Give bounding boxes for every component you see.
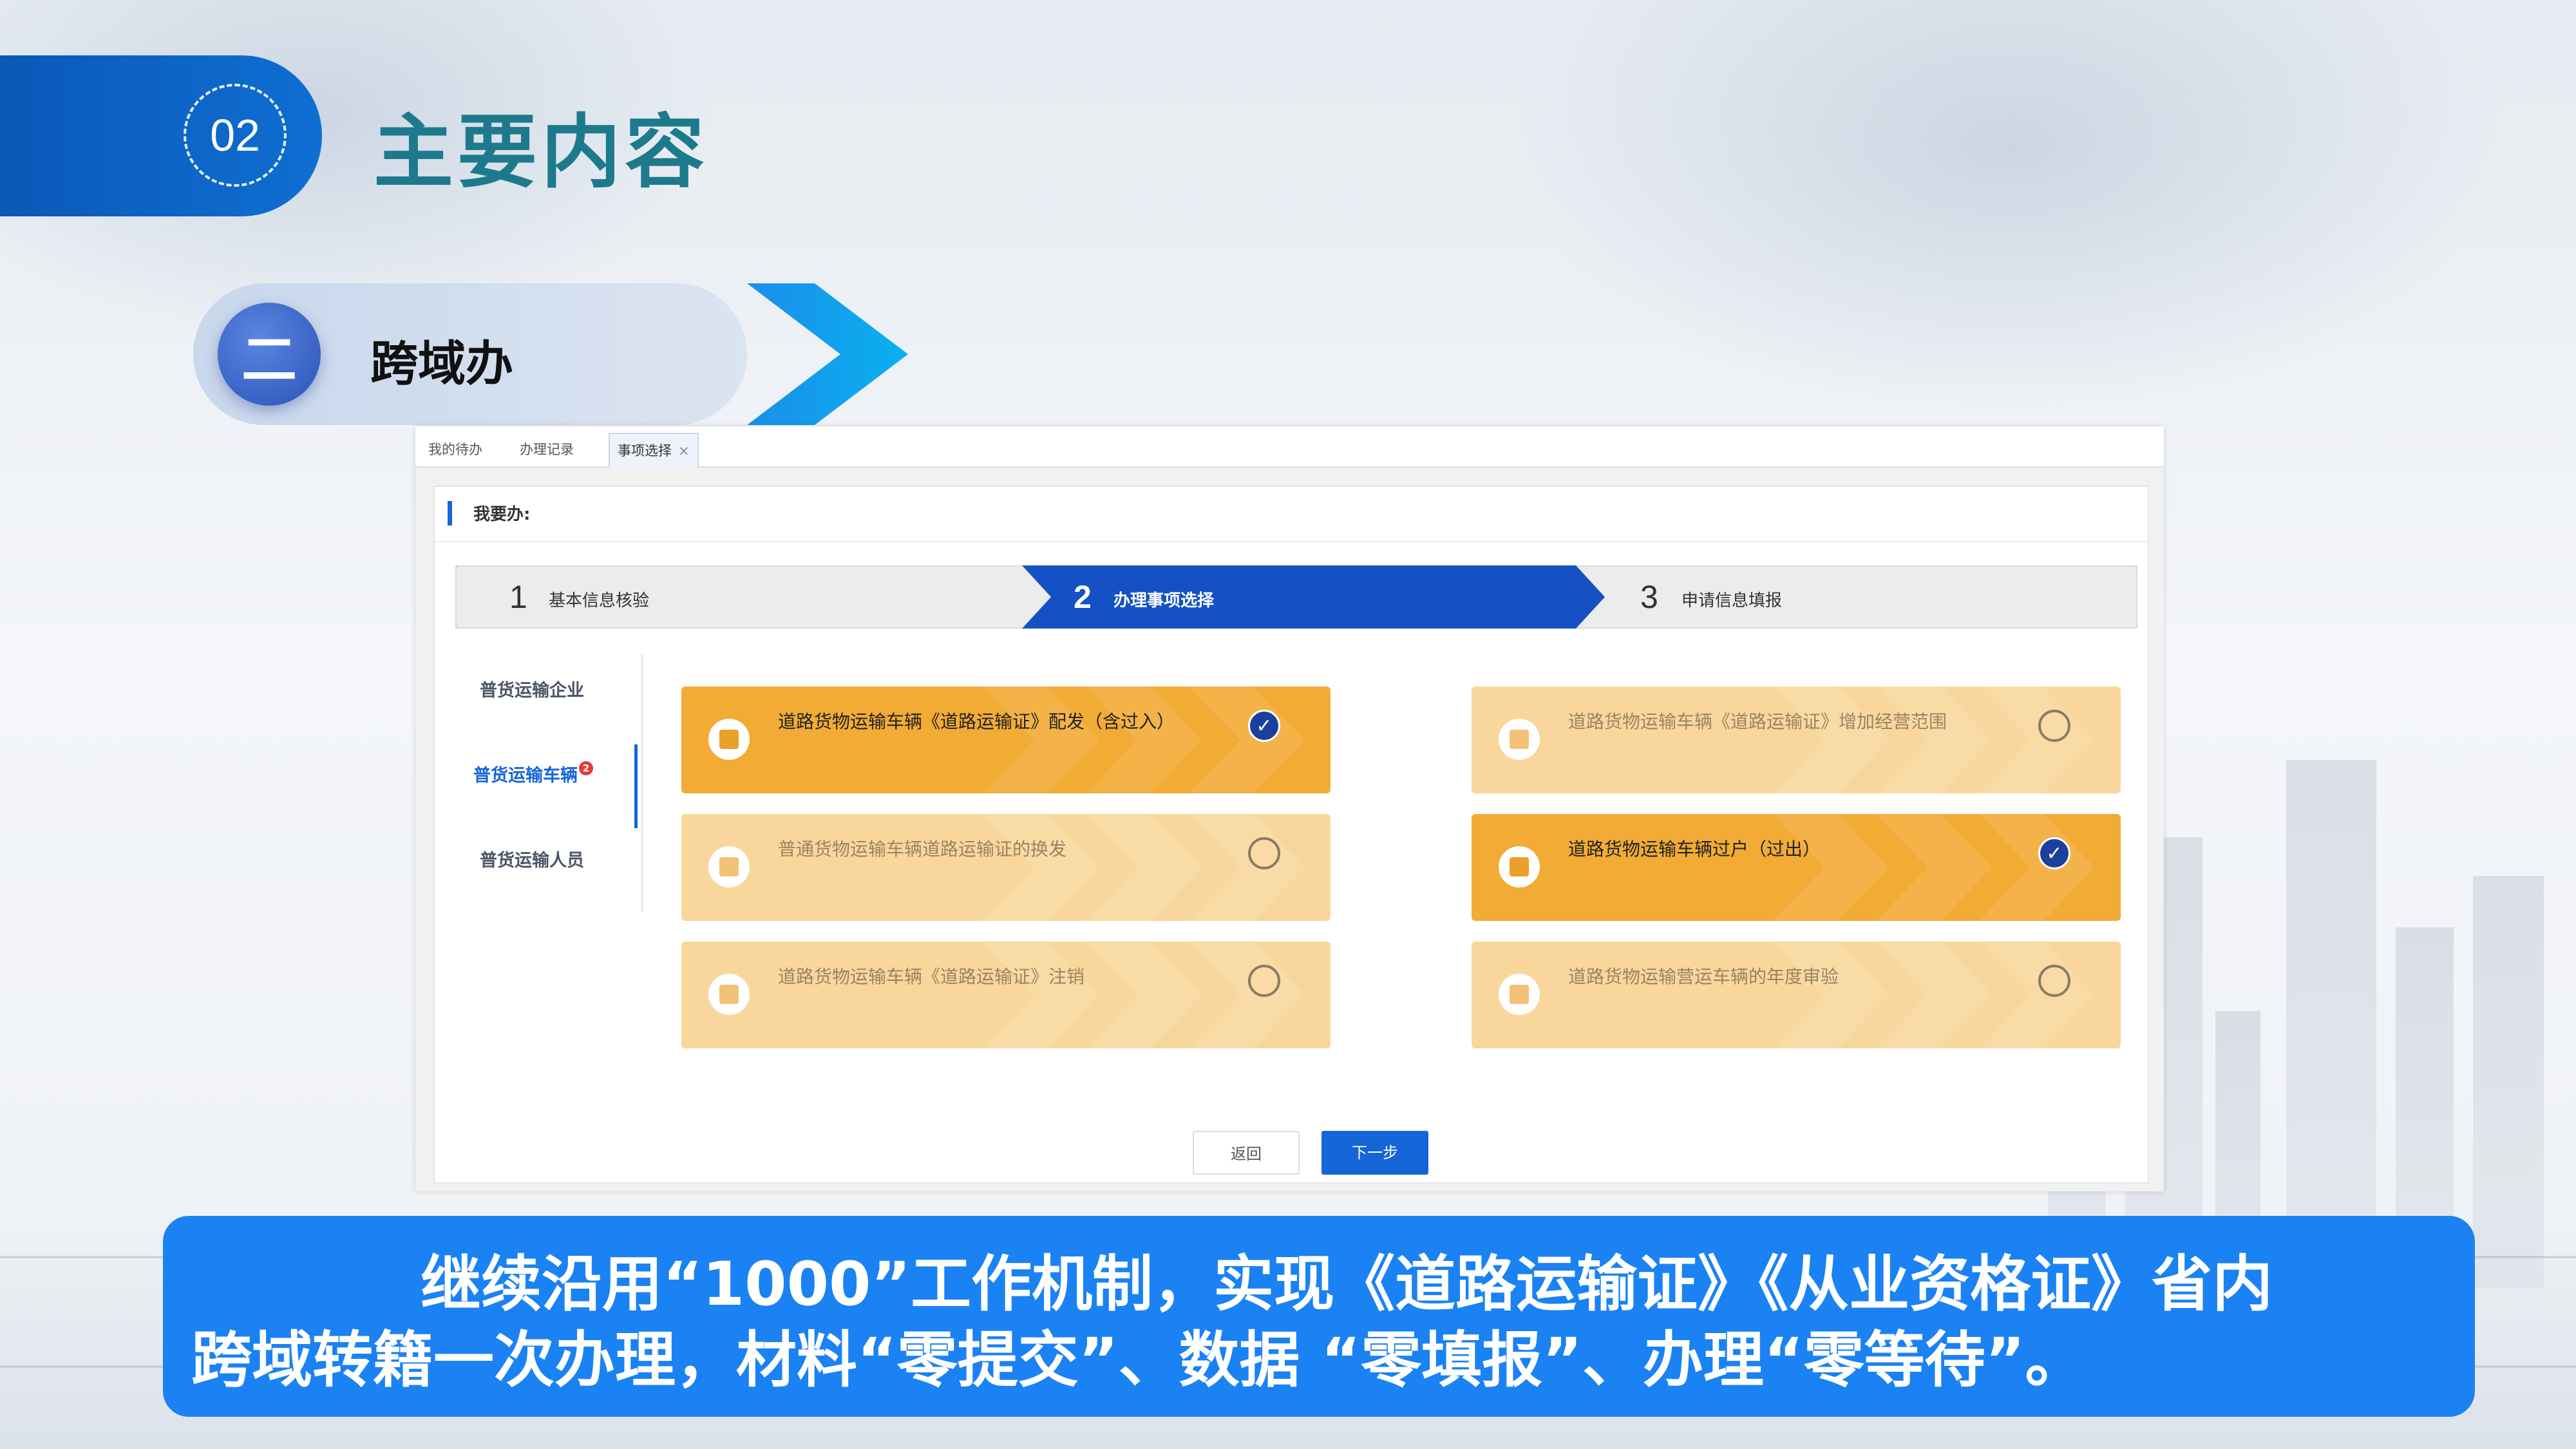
back-button[interactable]: 返回 bbox=[1193, 1131, 1300, 1175]
radio-empty-icon[interactable] bbox=[1248, 837, 1280, 869]
embedded-screenshot: 我的待办 办理记录 事项选择 × 我要办: 1 基本信息核验 2 办理事项选择 3… bbox=[415, 426, 2164, 1191]
step-3-label: 申请信息填报 bbox=[1681, 591, 1783, 611]
notification-badge: 2 bbox=[579, 761, 593, 775]
chevron-right-icon bbox=[747, 283, 908, 425]
panel-header: 我要办: bbox=[435, 487, 2148, 542]
main-panel: 我要办: 1 基本信息核验 2 办理事项选择 3 申请信息填报 普货运输企业 普… bbox=[433, 486, 2149, 1184]
close-icon[interactable]: × bbox=[678, 443, 690, 459]
card-chevron-pattern bbox=[983, 687, 1305, 793]
tab-records[interactable]: 办理记录 bbox=[512, 433, 582, 466]
caption-box: 继续沿用“1000”工作机制，实现《道路运输证》《从业资格证》省内 跨域转籍一次… bbox=[163, 1216, 2475, 1417]
sidebar-item-vehicle[interactable]: 普货运输车辆 2 bbox=[473, 761, 593, 786]
document-icon bbox=[1499, 974, 1540, 1015]
next-button[interactable]: 下一步 bbox=[1321, 1131, 1428, 1175]
step-arrows bbox=[455, 565, 2137, 629]
service-card[interactable]: 道路货物运输营运车辆的年度审验 bbox=[1472, 942, 2121, 1048]
step-2-number: 2 bbox=[1074, 579, 1092, 615]
card-chevron-pattern bbox=[1773, 814, 2095, 921]
step-2-label: 办理事项选择 bbox=[1113, 591, 1215, 611]
step-progress: 1 基本信息核验 2 办理事项选择 3 申请信息填报 bbox=[455, 565, 2137, 629]
card-chevron-pattern bbox=[1773, 942, 2095, 1048]
service-card-label: 道路货物运输车辆《道路运输证》增加经营范围 bbox=[1568, 711, 1947, 732]
card-chevron-pattern bbox=[983, 942, 1305, 1048]
step-1-number: 1 bbox=[509, 579, 527, 615]
radio-empty-icon[interactable] bbox=[2038, 965, 2070, 997]
section-label: 跨域办 bbox=[370, 336, 513, 392]
service-card-label: 道路货物运输车辆《道路运输证》注销 bbox=[778, 966, 1085, 987]
document-icon bbox=[1499, 846, 1540, 887]
tab-item-select[interactable]: 事项选择 × bbox=[609, 433, 699, 468]
panel-title: 我要办: bbox=[473, 505, 531, 524]
step-1-label: 基本信息核验 bbox=[549, 591, 650, 611]
caption-line-2: 跨域转籍一次办理，材料“零提交”、数据 “零填报”、办理“零等待”。 bbox=[191, 1325, 2086, 1396]
tab-bar: 我的待办 办理记录 事项选择 × bbox=[415, 426, 2164, 468]
radio-empty-icon[interactable] bbox=[1248, 965, 1280, 997]
sidebar-item-personnel[interactable]: 普货运输人员 bbox=[480, 846, 584, 871]
section-number-badge: 02 bbox=[184, 84, 287, 187]
document-icon bbox=[1499, 719, 1540, 760]
page-title: 主要内容 bbox=[374, 106, 709, 199]
document-icon bbox=[708, 719, 750, 760]
service-card[interactable]: 道路货物运输车辆《道路运输证》配发（含过入） ✓ bbox=[681, 687, 1331, 793]
sidebar-active-indicator bbox=[634, 744, 638, 828]
service-card[interactable]: 道路货物运输车辆过户（过出） ✓ bbox=[1472, 814, 2121, 921]
service-card[interactable]: 普通货物运输车辆道路运输证的换发 bbox=[681, 814, 1331, 921]
panel-title-marker bbox=[448, 501, 452, 526]
service-card-label: 普通货物运输车辆道路运输证的换发 bbox=[778, 838, 1067, 860]
service-card[interactable]: 道路货物运输车辆《道路运输证》注销 bbox=[681, 942, 1331, 1048]
caption-line-1: 继续沿用“1000”工作机制，实现《道路运输证》《从业资格证》省内 bbox=[421, 1249, 2273, 1320]
category-sidebar: 普货运输企业 普货运输车辆 2 普货运输人员 bbox=[473, 654, 643, 912]
tab-my-todo[interactable]: 我的待办 bbox=[421, 433, 490, 466]
service-card-label: 道路货物运输车辆《道路运输证》配发（含过入） bbox=[778, 711, 1175, 732]
section-numeral: 二 bbox=[218, 303, 321, 406]
card-chevron-pattern bbox=[1773, 687, 2095, 793]
check-icon[interactable]: ✓ bbox=[2038, 837, 2070, 869]
step-3-number: 3 bbox=[1640, 579, 1658, 615]
radio-empty-icon[interactable] bbox=[2038, 710, 2070, 742]
document-icon bbox=[708, 846, 750, 887]
check-icon[interactable]: ✓ bbox=[1248, 710, 1280, 742]
sidebar-item-enterprise[interactable]: 普货运输企业 bbox=[480, 676, 584, 701]
service-card-label: 道路货物运输车辆过户（过出） bbox=[1568, 838, 1821, 860]
service-card[interactable]: 道路货物运输车辆《道路运输证》增加经营范围 bbox=[1472, 687, 2121, 793]
document-icon bbox=[708, 974, 750, 1015]
service-card-label: 道路货物运输营运车辆的年度审验 bbox=[1568, 966, 1839, 987]
card-chevron-pattern bbox=[983, 814, 1305, 921]
